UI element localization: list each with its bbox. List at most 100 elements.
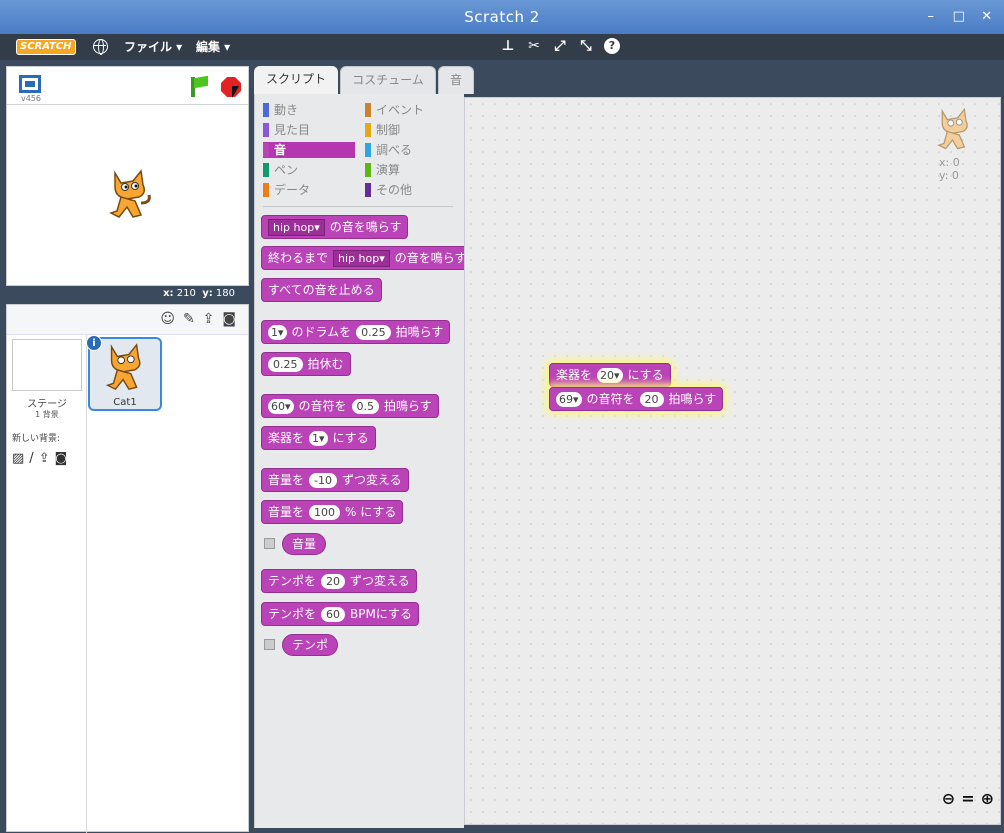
category-more-blocks[interactable]: その他 (365, 182, 457, 198)
block-rest[interactable]: 0.25 拍休む (261, 352, 351, 376)
duplicate-stamp-icon[interactable]: ⊥ (500, 38, 516, 54)
sprite-name: Cat1 (113, 397, 137, 408)
stage-panel: v456 (6, 66, 249, 286)
instrument-dropdown[interactable]: 1▾ (309, 430, 328, 446)
zoom-in-icon[interactable]: ⊕ (981, 789, 994, 808)
sound-dropdown[interactable]: hip hop▾ (268, 218, 325, 236)
beats-input[interactable]: 0.25 (268, 356, 303, 372)
block-stop-all-sounds[interactable]: すべての音を止める (261, 278, 382, 302)
help-icon[interactable]: ? (604, 38, 620, 54)
category-pen[interactable]: ペン (263, 162, 355, 178)
script-area[interactable]: 楽器を 20▾ にする 69▾ の音符を 20 拍鳴らす x: 0 y: 0 ⊖… (464, 97, 1001, 825)
volume-input[interactable]: 100 (309, 504, 341, 520)
sound-dropdown[interactable]: hip hop▾ (333, 249, 390, 267)
tab-costumes[interactable]: コスチューム (340, 66, 436, 94)
sprite-panel: ☺ ✎ ⇪ ◙ ステージ 1 背景 新しい背景: ▨ / ⇪ ◙ i Cat1 (6, 304, 249, 833)
block-change-tempo[interactable]: テンポを 20 ずつ変える (261, 569, 417, 593)
note-dropdown[interactable]: 69▾ (556, 391, 582, 407)
edit-menu[interactable]: 編集 ▾ (196, 34, 230, 60)
beats-input[interactable]: 20 (639, 391, 664, 407)
block-play-note[interactable]: 60▾ の音符を 0.5 拍鳴らす (261, 394, 439, 418)
note-dropdown[interactable]: 60▾ (268, 398, 294, 414)
language-globe-icon[interactable] (93, 39, 108, 55)
category-events[interactable]: イベント (365, 102, 457, 118)
backdrop-library-icon[interactable]: ▨ (12, 451, 24, 466)
upload-sprite-icon[interactable]: ⇪ (203, 311, 215, 327)
volume-input[interactable]: -10 (309, 472, 337, 488)
category-looks[interactable]: 見た目 (263, 122, 355, 138)
current-sprite-icon (937, 107, 968, 150)
sprite-divider (86, 335, 87, 833)
info-icon[interactable]: i (86, 335, 102, 351)
stage-cat-sprite[interactable] (107, 167, 153, 221)
zoom-controls: ⊖ = ⊕ (942, 789, 994, 808)
tempo-reporter[interactable]: テンポ (282, 634, 339, 656)
camera-backdrop-icon[interactable]: ◙ (55, 451, 68, 466)
block-play-drum[interactable]: 1▾ のドラムを 0.25 拍鳴らす (261, 320, 451, 344)
block-set-tempo[interactable]: テンポを 60 BPMにする (261, 602, 419, 626)
block-set-volume[interactable]: 音量を 100 % にする (261, 500, 404, 524)
tempo-checkbox[interactable] (264, 639, 275, 650)
version-label: v456 (21, 94, 42, 103)
grow-icon[interactable]: ⤢ (552, 38, 568, 54)
script-block-set-instrument[interactable]: 楽器を 20▾ にする (549, 363, 671, 387)
y-label: y: (202, 288, 213, 299)
category-motion[interactable]: 動き (263, 102, 355, 118)
y-value: 180 (215, 288, 235, 299)
zoom-out-icon[interactable]: ⊖ (942, 789, 955, 808)
scratch-logo[interactable]: SCRATCH (16, 39, 76, 55)
tab-sounds[interactable]: 音 (438, 66, 474, 94)
green-flag-icon[interactable] (191, 77, 195, 97)
mouse-cursor (232, 86, 239, 98)
cut-scissors-icon[interactable]: ✂ (526, 38, 542, 54)
paint-sprite-icon[interactable]: ✎ (183, 311, 195, 327)
choose-sprite-icon[interactable]: ☺ (160, 311, 175, 327)
window-title: Scratch 2 (464, 8, 540, 26)
tempo-input[interactable]: 20 (321, 573, 346, 589)
backdrop-count: 1 背景 (35, 410, 59, 419)
x-label: x: (163, 288, 174, 299)
minimize-button[interactable]: – (924, 0, 938, 34)
sprite-tile-cat1[interactable]: i Cat1 (86, 335, 162, 411)
category-sound[interactable]: 音 (263, 142, 355, 158)
window-titlebar: Scratch 2 – □ ✕ (0, 0, 1004, 34)
tempo-input[interactable]: 60 (321, 606, 346, 622)
menu-bar: SCRATCH ファイル ▾ 編集 ▾ ⊥ ✂ ⤢ ⤡ ? (0, 34, 1004, 60)
block-palette: 動き 見た目 音 ペン データ イベント 制御 調べる 演算 その他 hip h… (254, 94, 474, 828)
sprite-x: x: 0 (939, 156, 960, 169)
volume-checkbox[interactable] (264, 538, 275, 549)
close-button[interactable]: ✕ (980, 0, 994, 34)
sprite-toolbar: ☺ ✎ ⇪ ◙ (7, 305, 248, 335)
palette-divider (263, 206, 453, 207)
instrument-dropdown[interactable]: 20▾ (597, 367, 623, 383)
maximize-button[interactable]: □ (952, 0, 966, 34)
block-play-sound[interactable]: hip hop▾ の音を鳴らす (261, 215, 409, 239)
new-backdrop-label: 新しい背景: (12, 434, 61, 444)
sprite-y: y: 0 (939, 169, 959, 182)
script-block-play-note[interactable]: 69▾ の音符を 20 拍鳴らす (549, 387, 724, 411)
fullscreen-icon[interactable] (19, 75, 41, 93)
sprite-position: x: 0 y: 0 (939, 156, 960, 182)
block-play-sound-until-done[interactable]: 終わるまで hip hop▾ の音を鳴らす (261, 246, 474, 270)
beats-input[interactable]: 0.25 (356, 324, 391, 340)
drum-dropdown[interactable]: 1▾ (268, 324, 287, 340)
block-change-volume[interactable]: 音量を -10 ずつ変える (261, 468, 409, 492)
x-value: 210 (176, 288, 196, 299)
category-data[interactable]: データ (263, 182, 355, 198)
camera-sprite-icon[interactable]: ◙ (222, 311, 236, 327)
category-sensing[interactable]: 調べる (365, 142, 457, 158)
file-menu[interactable]: ファイル ▾ (124, 34, 182, 60)
stage-thumbnail[interactable] (12, 339, 82, 391)
tab-scripts[interactable]: スクリプト (254, 66, 338, 94)
upload-backdrop-icon[interactable]: ⇪ (39, 451, 50, 466)
category-operators[interactable]: 演算 (365, 162, 457, 178)
beats-input[interactable]: 0.5 (351, 398, 380, 414)
paint-backdrop-icon[interactable]: / (29, 451, 33, 466)
block-set-instrument[interactable]: 楽器を 1▾ にする (261, 426, 376, 450)
stage-label: ステージ (27, 399, 67, 410)
shrink-icon[interactable]: ⤡ (578, 38, 594, 54)
cat-sprite-thumbnail (105, 343, 141, 391)
zoom-reset-icon[interactable]: = (961, 789, 974, 808)
category-control[interactable]: 制御 (365, 122, 457, 138)
volume-reporter[interactable]: 音量 (282, 533, 327, 555)
